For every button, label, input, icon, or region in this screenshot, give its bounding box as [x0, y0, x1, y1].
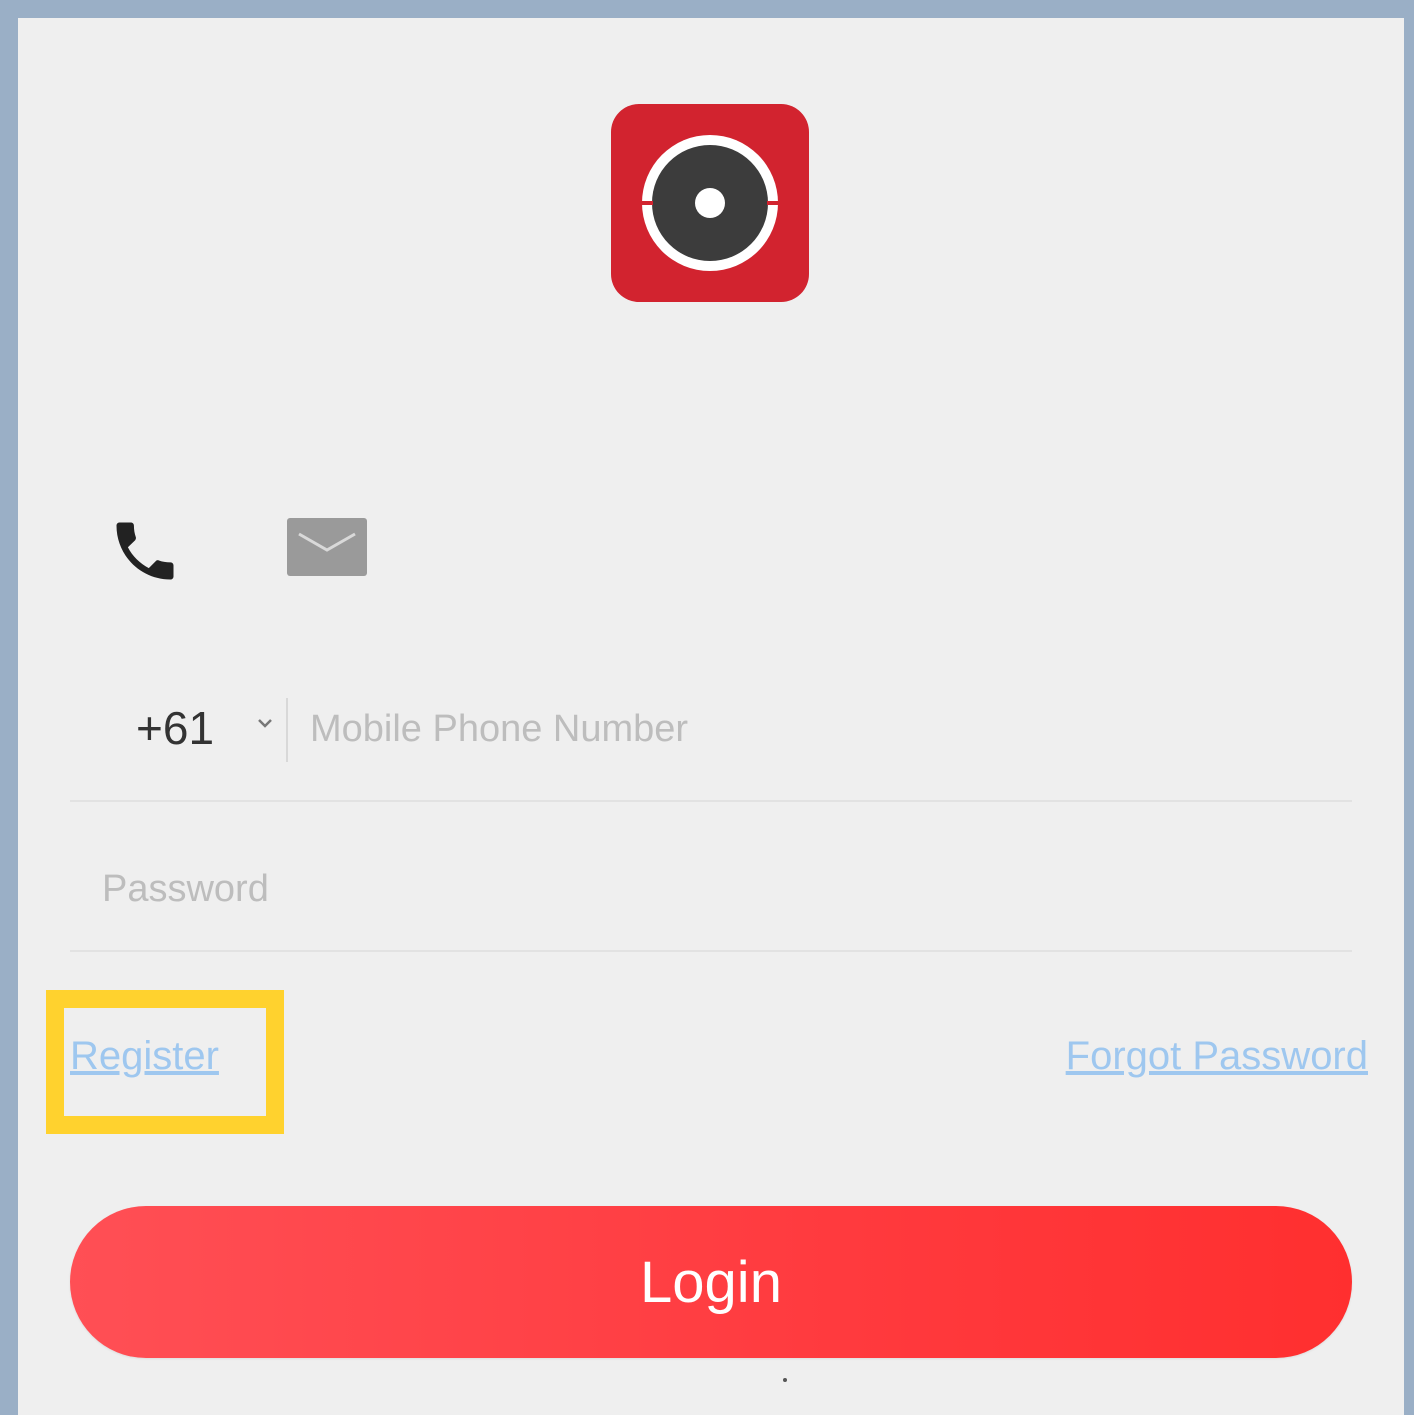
- tab-phone-login[interactable]: [100, 506, 190, 596]
- camera-lens-logo-icon: [611, 104, 809, 302]
- login-screen: +61 Register Forgot Password Login: [18, 18, 1404, 1415]
- forgot-password-link[interactable]: Forgot Password: [1066, 1032, 1368, 1080]
- country-code-value: +61: [136, 702, 215, 754]
- login-button[interactable]: Login: [70, 1206, 1352, 1358]
- email-icon: [287, 518, 367, 576]
- phone-icon: [116, 522, 174, 580]
- password-row: [70, 850, 1352, 952]
- phone-number-row: +61: [70, 678, 1352, 802]
- register-link[interactable]: Register: [70, 1032, 219, 1080]
- mobile-phone-input[interactable]: [310, 700, 1330, 758]
- chevron-down-icon: [258, 719, 272, 728]
- page-indicator-dot: [783, 1378, 787, 1382]
- tab-email-login[interactable]: [280, 512, 374, 582]
- password-input[interactable]: [102, 860, 1302, 918]
- field-divider: [286, 698, 288, 762]
- country-code-selector[interactable]: +61: [70, 678, 288, 778]
- app-logo: [611, 104, 809, 302]
